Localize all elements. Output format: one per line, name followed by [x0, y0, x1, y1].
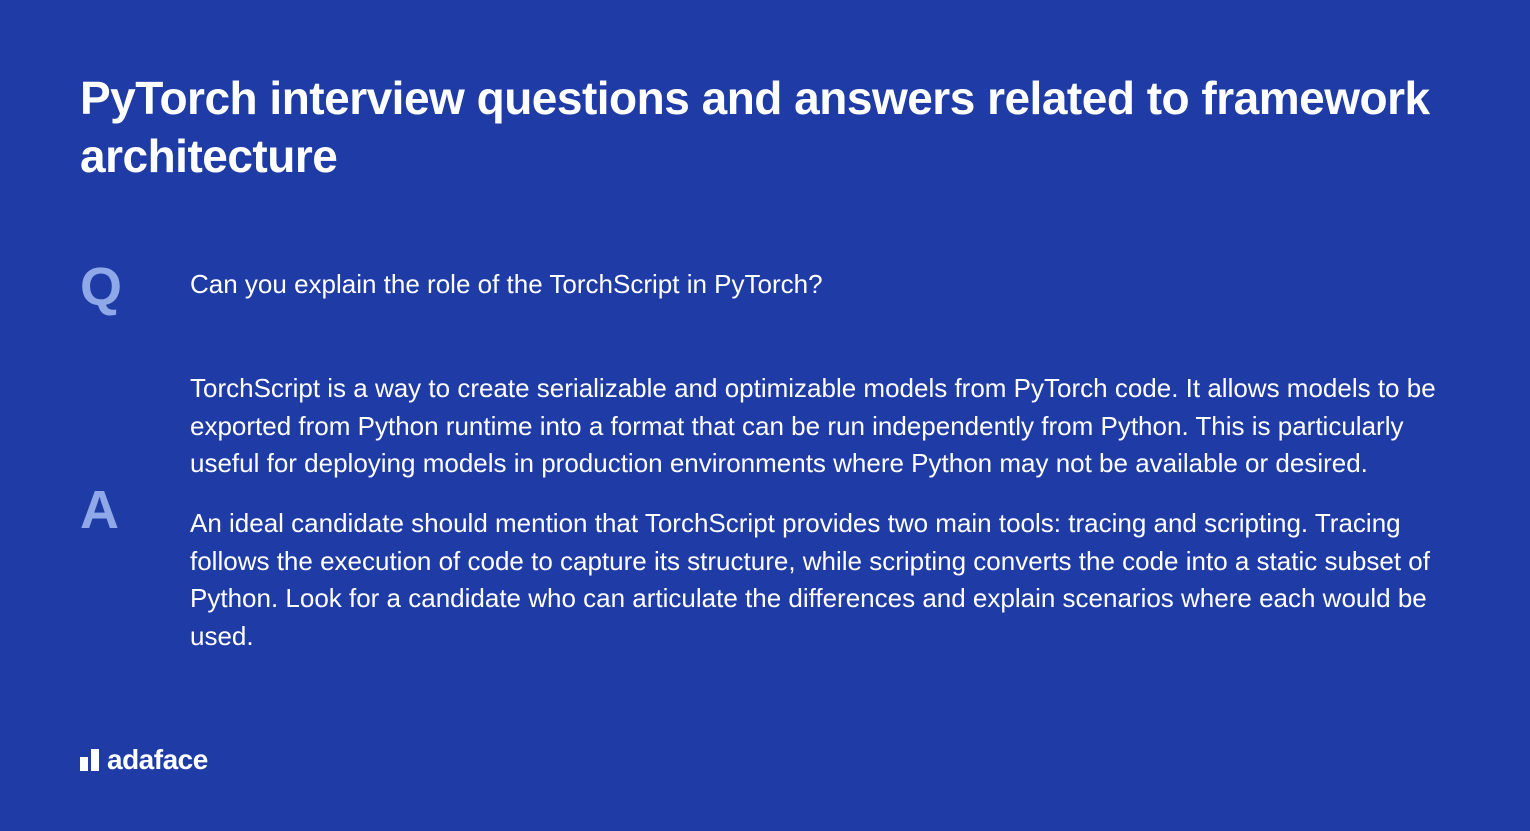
chart-bars-icon — [80, 749, 99, 771]
question-letter: Q — [80, 260, 190, 314]
question-text: Can you explain the role of the TorchScr… — [190, 260, 1450, 304]
brand-logo: adaface — [80, 744, 208, 776]
answer-paragraph-2: An ideal candidate should mention that T… — [190, 505, 1450, 656]
answer-paragraph-1: TorchScript is a way to create serializa… — [190, 370, 1450, 483]
page-title: PyTorch interview questions and answers … — [80, 70, 1450, 185]
question-section: Q Can you explain the role of the TorchS… — [80, 260, 1450, 314]
brand-name: adaface — [107, 744, 208, 776]
answer-content: TorchScript is a way to create serializa… — [190, 364, 1450, 656]
answer-section: A TorchScript is a way to create seriali… — [80, 364, 1450, 656]
answer-letter: A — [80, 483, 190, 537]
